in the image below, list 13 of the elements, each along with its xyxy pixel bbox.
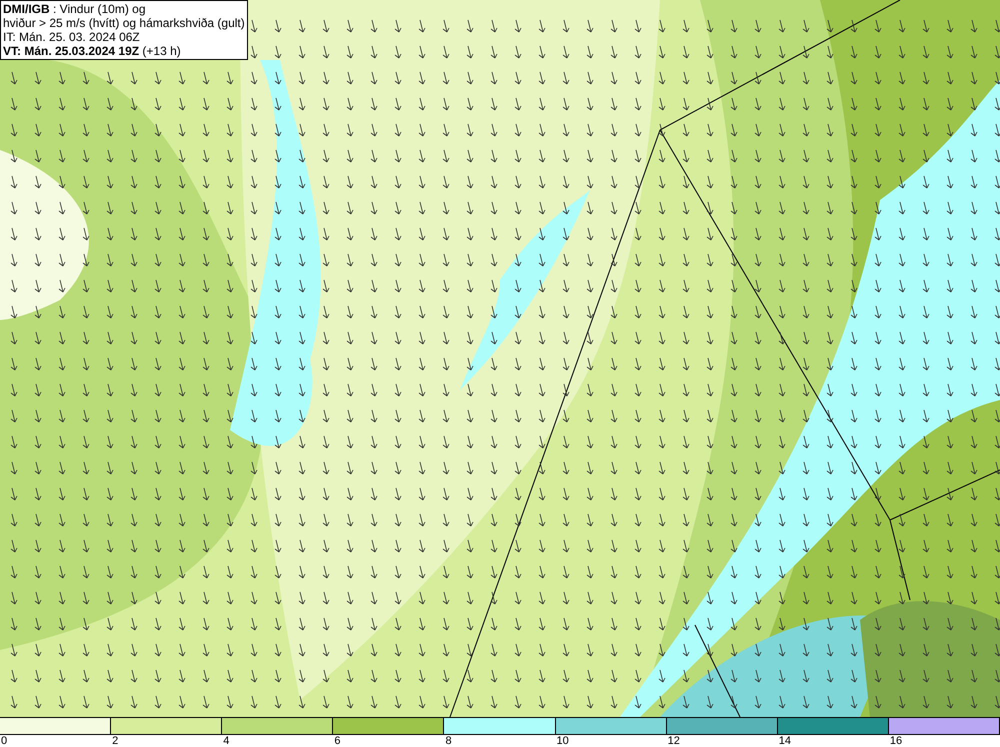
- legend-label: 8: [444, 735, 452, 747]
- legend-label: 4: [222, 735, 230, 747]
- legend-label: 6: [333, 735, 340, 747]
- info-line: VT: Mán. 25.03.2024 19Z (+13 h): [3, 44, 182, 58]
- info-line: hviður > 25 m/s (hvítt) og hámarkshviða (gult): [3, 16, 245, 30]
- legend-label: 0: [0, 735, 8, 747]
- legend-label: 2: [111, 735, 118, 747]
- legend-label: 14: [778, 735, 792, 747]
- legend-label: 12: [666, 735, 680, 747]
- info-line: IT: Mán. 25. 03. 2024 06Z: [3, 30, 141, 44]
- legend-label: 10: [556, 735, 569, 747]
- legend-label: 16: [888, 735, 902, 747]
- info-line: DMI/IGB : Vindur (10m) og: [3, 2, 146, 16]
